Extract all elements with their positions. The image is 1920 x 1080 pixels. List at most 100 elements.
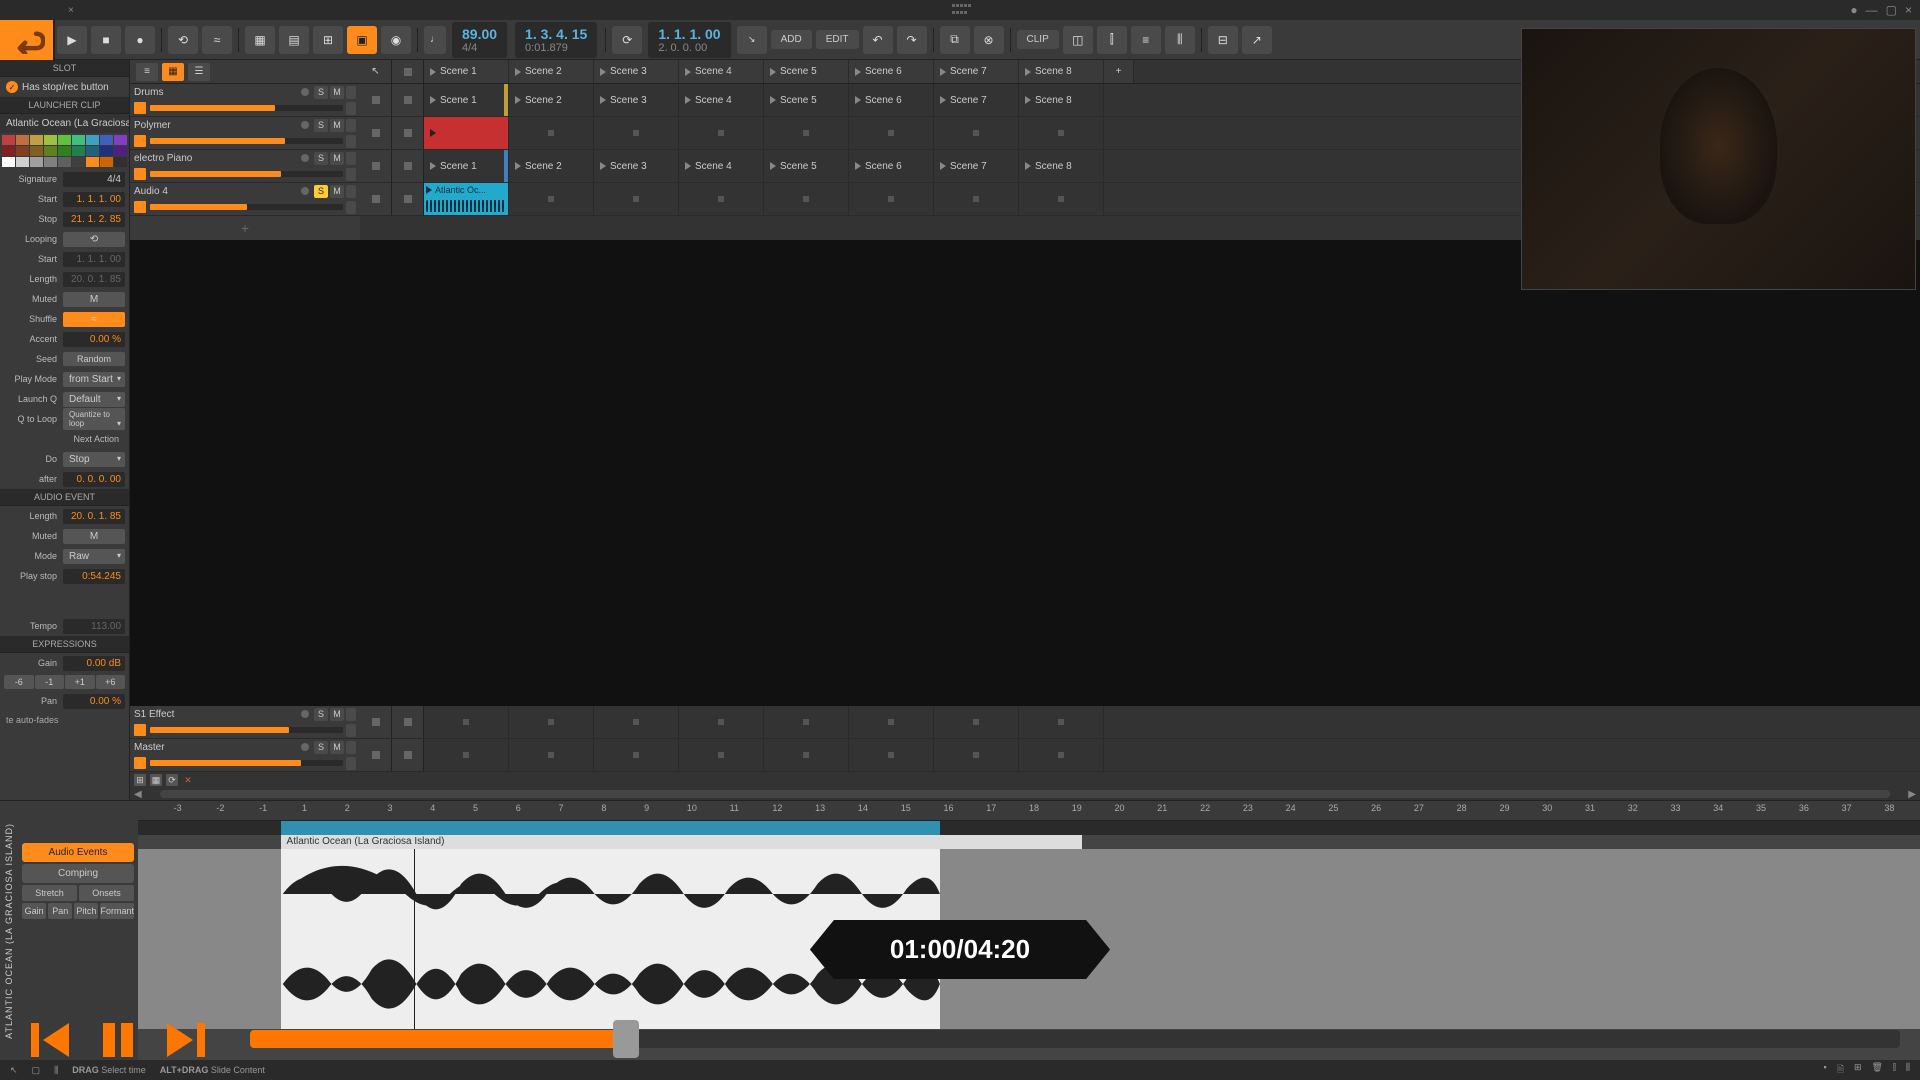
solo-button[interactable]: S [314,86,328,99]
gain-step-buttons[interactable]: -6-1+1+6 [0,673,129,691]
solo-button[interactable]: S [314,708,328,721]
color-swatch[interactable] [44,146,57,156]
add-track-button[interactable]: + [130,216,360,240]
track-row[interactable]: PolymerSM [130,117,360,150]
color-swatch[interactable] [86,146,99,156]
layout-4-button[interactable]: ▣ [347,26,377,54]
color-swatch[interactable] [2,146,15,156]
mute-button[interactable]: M [330,119,344,132]
tool-1-button[interactable]: ◫ [1063,26,1093,54]
pointer-tool-icon[interactable]: ↖ [360,60,392,83]
clip-slot[interactable]: Scene 1 [424,84,509,116]
notification-icon[interactable]: ● [1850,3,1857,17]
stop-field[interactable]: 21. 1. 2. 85 [63,212,125,227]
stop-button[interactable]: ■ [91,26,121,54]
video-progress-handle[interactable] [613,1020,639,1058]
clip-slot-empty[interactable] [679,706,764,738]
clip-slot[interactable]: Scene 7 [934,150,1019,182]
clip-name-field[interactable]: Atlantic Ocean (La Graciosa Is [0,114,129,133]
color-swatch[interactable] [100,146,113,156]
color-swatch[interactable] [58,135,71,145]
track-menu-icon[interactable] [346,119,356,132]
record-arm-icon[interactable] [301,743,309,751]
undo-button[interactable] [0,20,55,60]
record-arm-icon[interactable] [301,710,309,718]
color-swatch[interactable] [114,146,127,156]
expression-tab[interactable]: Pan [48,903,72,919]
playmode-select[interactable]: from Start [63,372,125,387]
track-options-icon[interactable] [346,135,356,148]
volume-fader[interactable] [150,204,343,210]
clip-slot-empty[interactable] [594,706,679,738]
gain-step[interactable]: +1 [65,675,95,689]
record-arm-icon[interactable] [301,121,309,129]
layout-3-button[interactable]: ⊞ [313,26,343,54]
automation-write-button[interactable]: ⟲ [168,26,198,54]
video-prev-button[interactable] [20,1010,80,1070]
clip-slot-empty[interactable] [764,117,849,149]
volume-fader[interactable] [150,171,343,177]
punch-button[interactable]: ↘ [737,26,767,54]
mute-button[interactable]: M [330,708,344,721]
color-swatch[interactable] [44,135,57,145]
solo-button[interactable]: S [314,741,328,754]
metronome-button[interactable]: ♩ [424,26,446,54]
start-field[interactable]: 1. 1. 1. 00 [63,192,125,207]
track-stop-button-2[interactable] [392,117,424,149]
clip-slot-empty[interactable] [424,706,509,738]
track-stop-button[interactable] [360,150,392,182]
clip-slot-empty[interactable] [1019,183,1104,215]
copy-button[interactable]: ⧉ [940,26,970,54]
add-button[interactable]: ADD [771,30,812,49]
clip-slot-empty[interactable] [764,739,849,771]
clip-slot[interactable] [424,117,509,149]
track-stop-button[interactable] [360,183,392,215]
position-display[interactable]: 1. 3. 4. 15 0:01.879 [515,22,597,58]
track-options-icon[interactable] [346,724,356,737]
solo-button[interactable]: S [314,152,328,165]
color-swatch[interactable] [58,157,71,167]
horizontal-scrollbar[interactable]: ◀▶ [130,788,1920,800]
app-menu-icon[interactable] [952,4,972,16]
clip-slot-empty[interactable] [594,739,679,771]
scene-header[interactable]: Scene 6 [849,60,934,83]
volume-fader[interactable] [150,138,343,144]
color-swatch[interactable] [2,157,15,167]
color-swatch[interactable] [100,135,113,145]
ae-length-field[interactable]: 20. 0. 1. 85 [63,509,125,524]
tool-3-button[interactable]: ≡ [1131,26,1161,54]
clip-slot-empty[interactable] [679,739,764,771]
layout-5-button[interactable]: ◉ [381,26,411,54]
footer-icon-1[interactable]: ⊞ [134,774,146,786]
tab-close-icon[interactable]: × [68,5,74,16]
comping-tab[interactable]: Comping [22,864,134,883]
close-window-icon[interactable]: × [1905,3,1912,17]
clip-slot[interactable]: Scene 7 [934,84,1019,116]
view-list-icon[interactable]: ≡ [136,63,158,81]
track-menu-icon[interactable] [346,741,356,754]
clip-slot-empty[interactable] [509,739,594,771]
automation-read-button[interactable]: ≈ [202,26,232,54]
track-stop-button-2[interactable] [392,84,424,116]
clip-slot-empty[interactable] [679,183,764,215]
loop-range-display[interactable]: 1. 1. 1. 00 2. 0. 0. 00 [648,22,730,58]
color-swatch[interactable] [114,157,127,167]
shuffle-toggle[interactable]: ≈ [63,312,125,327]
signature-field[interactable]: 4/4 [63,172,125,187]
track-options-icon[interactable] [346,201,356,214]
footer-close-icon[interactable]: ✕ [182,774,194,786]
mute-button[interactable]: M [330,152,344,165]
track-options-icon[interactable] [346,102,356,115]
looping-toggle[interactable]: ⟲ [63,232,125,247]
undo-small-button[interactable]: ↶ [863,26,893,54]
clip-slot-empty[interactable] [934,739,1019,771]
solo-button[interactable]: S [314,119,328,132]
mute-button[interactable]: M [330,741,344,754]
record-arm-icon[interactable] [301,88,309,96]
track-menu-icon[interactable] [346,86,356,99]
layout-1-button[interactable]: ▦ [245,26,275,54]
track-stop-button[interactable] [360,84,392,116]
add-scene-button[interactable]: + [1104,60,1134,83]
clip-slot[interactable]: Scene 3 [594,150,679,182]
clip-slot[interactable]: Scene 4 [679,150,764,182]
